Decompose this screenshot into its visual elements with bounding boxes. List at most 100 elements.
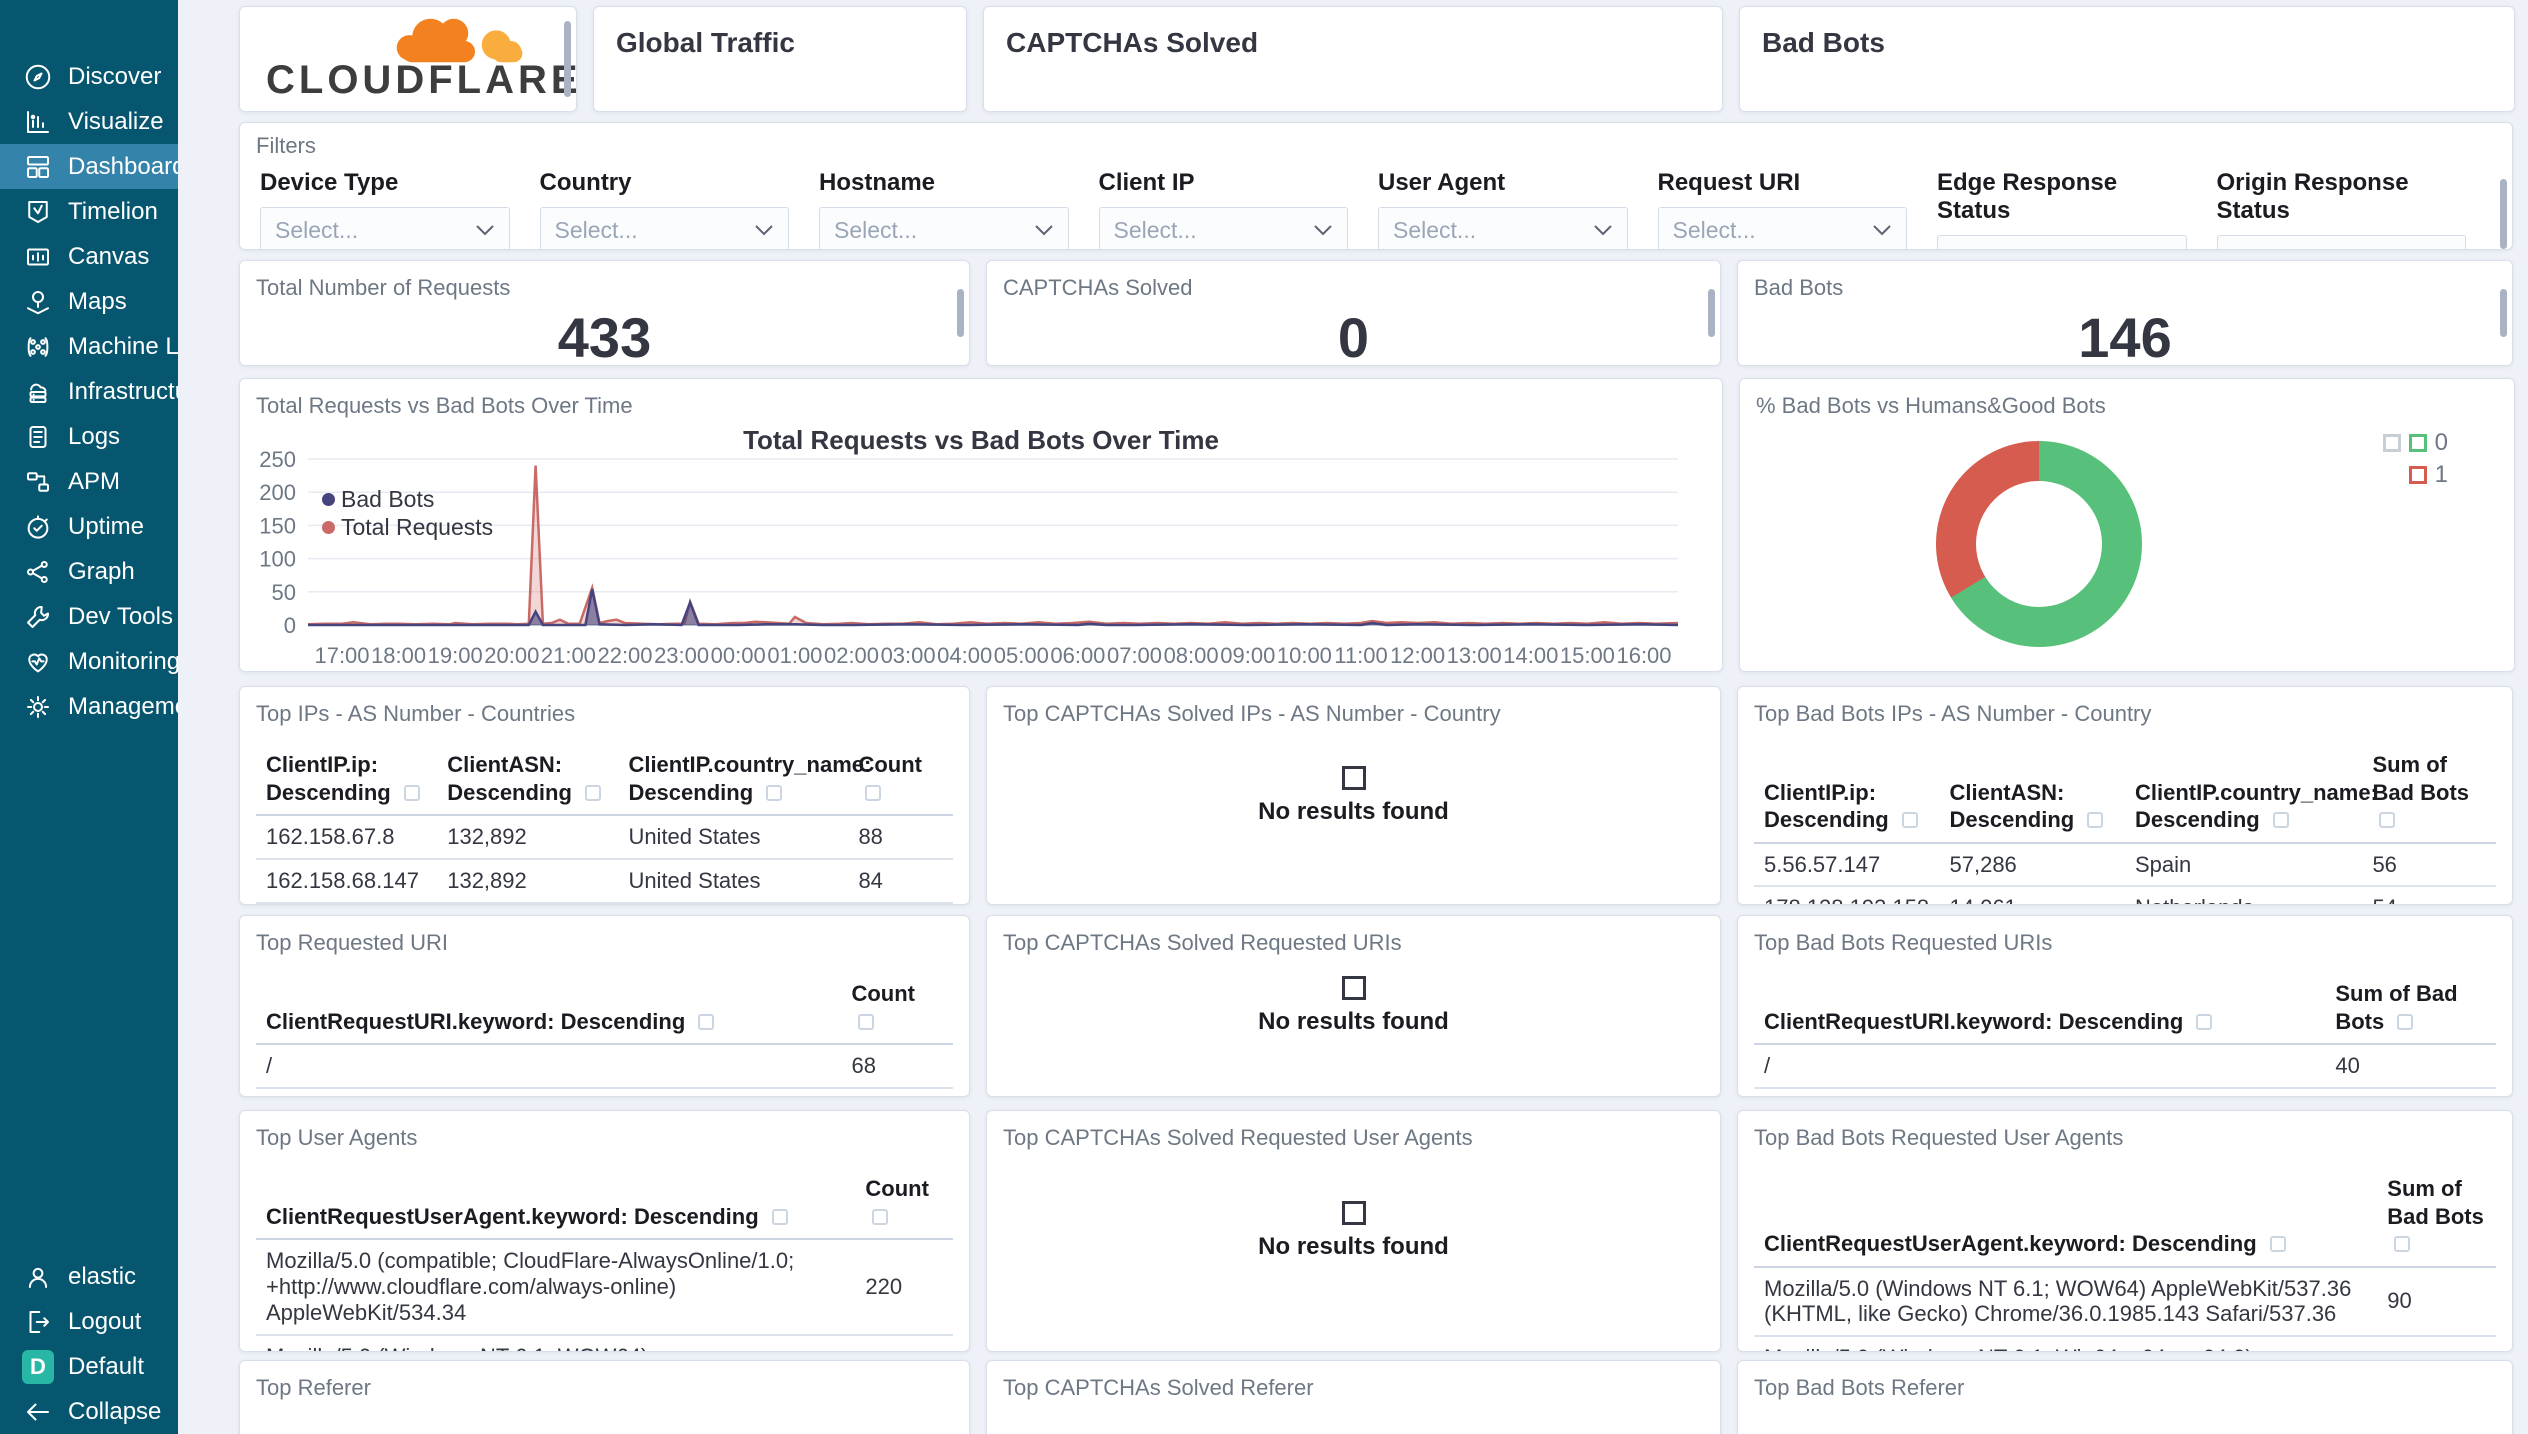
legend-item-1[interactable]: 1	[2383, 459, 2448, 491]
column-header[interactable]: ClientIP.ip: Descending	[256, 745, 438, 816]
panel-title: Top Bad Bots Referer	[1754, 1375, 1965, 1400]
sidebar-item-uptime[interactable]: Uptime	[0, 504, 178, 549]
sidebar-item-apm[interactable]: APM	[0, 459, 178, 504]
sidebar-item-discover[interactable]: Discover	[0, 54, 178, 99]
cloud-server-icon	[22, 376, 54, 408]
sidebar-item-visualize[interactable]: Visualize	[0, 99, 178, 144]
panel-title: Top IPs - AS Number - Countries	[256, 701, 576, 726]
sidebar-item-space-default[interactable]: D Default	[0, 1344, 178, 1389]
column-header[interactable]: ClientRequestURI.keyword: Descending	[256, 974, 842, 1045]
device-type-select[interactable]: Select...	[260, 207, 510, 249]
edge-response-status-select[interactable]: Select...	[1937, 235, 2187, 249]
sort-icon	[858, 1013, 875, 1030]
table-cell: /wp-admin/admin-ajax.php	[1754, 1087, 2326, 1096]
data-table: ClientRequestUserAgent.keyword: Descendi…	[256, 1169, 953, 1351]
captchas-solved-metric-panel: CAPTCHAs Solved 0	[986, 260, 1721, 366]
sidebar-item-machine-learning[interactable]: Machine Le…	[0, 324, 178, 369]
sort-icon	[766, 784, 783, 801]
donut-chart[interactable]	[1936, 441, 2142, 647]
sidebar-item-dev-tools[interactable]: Dev Tools	[0, 594, 178, 639]
sidebar-item-maps[interactable]: Maps	[0, 279, 178, 324]
panel-scrollbar[interactable]	[564, 21, 571, 97]
x-tick-label: 17:00	[314, 643, 369, 668]
table-cell: 40	[2325, 1044, 2496, 1089]
column-header[interactable]: ClientRequestUserAgent.keyword: Descendi…	[1754, 1169, 2378, 1268]
table-cell: /	[1754, 1044, 2326, 1089]
header-row: CLOUDFLARE® Global Traffic CAPTCHAs Solv…	[239, 6, 2515, 112]
legend-item-0[interactable]: 0	[2382, 427, 2448, 459]
sidebar-item-dashboard[interactable]: Dashboard	[0, 144, 178, 189]
sidebar-item-monitoring[interactable]: Monitoring	[0, 639, 178, 684]
x-tick-label: 20:00	[484, 643, 539, 668]
table-cell: 35	[841, 1087, 953, 1096]
legend-colorpicker-swatch[interactable]	[2382, 434, 2401, 452]
country-select[interactable]: Select...	[539, 207, 789, 249]
legend-item-total-requests[interactable]: Total Requests	[322, 513, 493, 541]
column-header[interactable]: ClientIP.country_name: Descending	[2125, 745, 2378, 844]
x-tick-label: 22:00	[597, 643, 652, 668]
origin-response-status-select[interactable]: Select...	[2216, 235, 2466, 249]
chevron-down-icon	[1873, 225, 1891, 236]
column-header[interactable]: Count	[848, 745, 953, 816]
user-agent-select[interactable]: Select...	[1378, 207, 1628, 249]
filters-panel: Filters Device Type Select... Country Se…	[239, 122, 2513, 250]
table-header-row: ClientRequestURI.keyword: Descending Sum…	[1754, 974, 2496, 1045]
column-header[interactable]: ClientIP.country_name: Descending	[618, 745, 871, 816]
x-tick-label: 06:00	[1050, 643, 1105, 668]
sidebar-item-collapse[interactable]: Collapse	[0, 1389, 178, 1434]
column-header[interactable]: Count	[841, 974, 953, 1045]
column-header[interactable]: ClientASN: Descending	[1939, 745, 2125, 844]
column-header[interactable]: ClientRequestURI.keyword: Descending	[1754, 974, 2326, 1045]
column-header[interactable]: Sum of Bad Bots	[2325, 974, 2496, 1045]
tables-row-ips: Top IPs - AS Number - Countries ClientIP…	[239, 686, 2515, 905]
panel-scrollbar[interactable]	[2500, 289, 2507, 337]
legend-item-bad-bots[interactable]: Bad Bots	[322, 485, 493, 513]
x-tick-label: 04:00	[937, 643, 992, 668]
clock-check-icon	[22, 511, 54, 543]
table-row: Mozilla/5.0 (compatible; CloudFlare-Alwa…	[256, 1239, 953, 1336]
sidebar-item-canvas[interactable]: Canvas	[0, 234, 178, 279]
table-row: 5.56.57.14757,286Spain56	[256, 902, 953, 904]
table-cell: 14,061	[1939, 886, 2125, 904]
map-pin-icon	[22, 286, 54, 318]
request-uri-select[interactable]: Select...	[1657, 207, 1907, 249]
sidebar-item-graph[interactable]: Graph	[0, 549, 178, 594]
panel-scrollbar[interactable]	[2500, 179, 2507, 249]
table-row: /68	[256, 1044, 953, 1089]
column-header[interactable]: Count	[855, 1169, 953, 1240]
sidebar-item-timelion[interactable]: Timelion	[0, 189, 178, 234]
table-cell: 88	[848, 815, 953, 860]
column-header[interactable]: ClientRequestUserAgent.keyword: Descendi…	[256, 1169, 856, 1240]
column-header-label: ClientIP.country_name: Descending	[2135, 779, 2378, 833]
table-cell: 56	[848, 902, 953, 904]
no-results-text: No results found	[1258, 1008, 1449, 1035]
sidebar-item-label: Discover	[68, 62, 162, 90]
sidebar-item-label: Dev Tools	[68, 602, 173, 630]
sidebar-item-label: Dashboard	[68, 152, 178, 180]
x-tick-label: 12:00	[1390, 643, 1445, 668]
hostname-select[interactable]: Select...	[819, 207, 1069, 249]
sidebar-item-logout[interactable]: Logout	[0, 1299, 178, 1344]
sidebar-item-logs[interactable]: Logs	[0, 414, 178, 459]
panel-scrollbar[interactable]	[957, 289, 964, 337]
ml-dots-icon	[22, 331, 54, 363]
client-ip-select[interactable]: Select...	[1098, 207, 1348, 249]
x-tick-label: 00:00	[711, 643, 766, 668]
space-badge-icon: D	[22, 1349, 54, 1384]
column-header[interactable]: ClientIP.ip: Descending	[1754, 745, 1940, 844]
table-row: Mozilla/5.0 (Windows NT 6.1; Win64; x64;…	[1754, 1336, 2496, 1351]
column-header[interactable]: Sum of Bad Bots	[2362, 745, 2496, 844]
table-header-row: ClientRequestUserAgent.keyword: Descendi…	[256, 1169, 953, 1240]
panel-scrollbar[interactable]	[1708, 289, 1715, 337]
table-holder: ClientRequestURI.keyword: Descending Cou…	[240, 974, 969, 1096]
column-header[interactable]: Sum of Bad Bots	[2377, 1169, 2496, 1268]
document-icon	[22, 421, 54, 453]
flow-icon	[22, 466, 54, 498]
table-cell: 132,892	[437, 858, 619, 904]
sidebar-item-infrastructure[interactable]: Infrastructure	[0, 369, 178, 414]
column-header[interactable]: ClientASN: Descending	[437, 745, 619, 816]
sidebar-item-management[interactable]: Management	[0, 684, 178, 729]
table-cell: 90	[2377, 1266, 2496, 1338]
sidebar-item-user[interactable]: elastic	[0, 1254, 178, 1299]
